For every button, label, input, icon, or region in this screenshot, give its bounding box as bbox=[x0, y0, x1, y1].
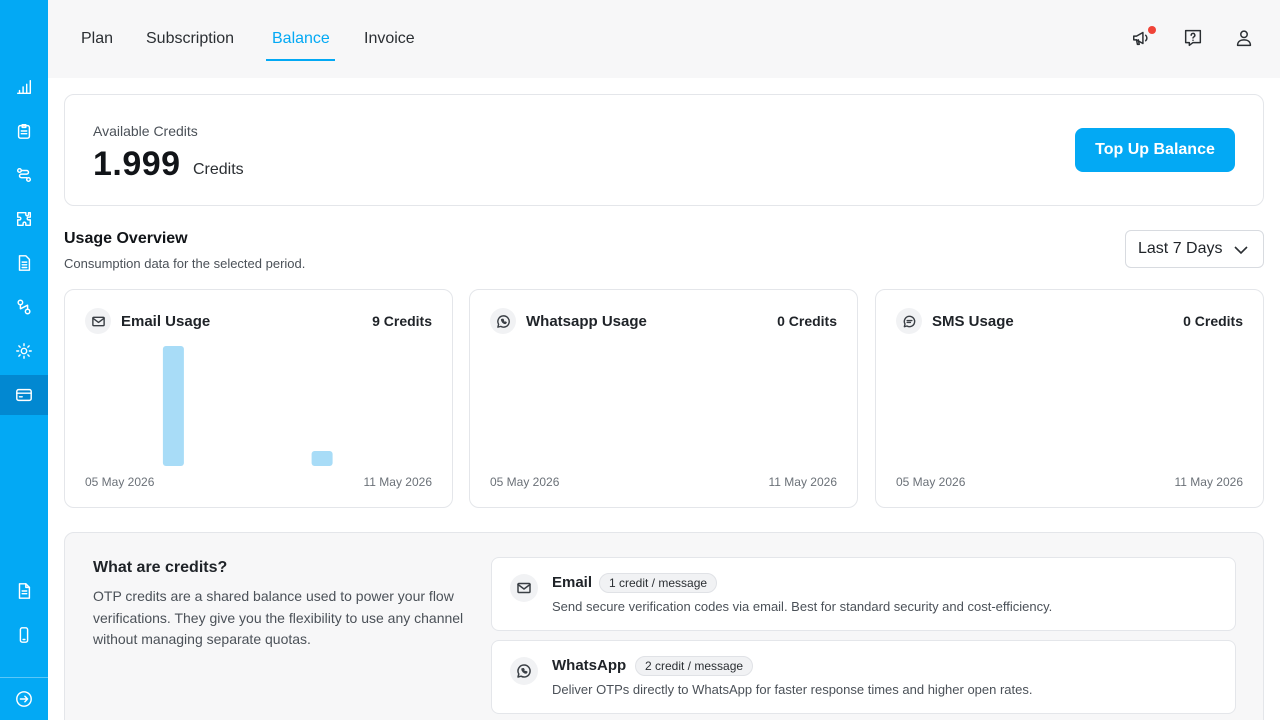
usage-overview-title: Usage Overview bbox=[64, 230, 188, 247]
usage-card-title: Email Usage bbox=[121, 313, 211, 330]
tab-plan[interactable]: Plan bbox=[81, 30, 113, 62]
clipboard-icon bbox=[17, 123, 31, 139]
flow-icon bbox=[16, 167, 32, 183]
whatsapp-usage-chart bbox=[490, 342, 837, 466]
credits-label: Available Credits bbox=[93, 123, 198, 139]
bar-chart-icon bbox=[16, 79, 32, 95]
sms-icon bbox=[896, 308, 922, 334]
email-usage-card: Email Usage 9 Credits 05 May 2026 11 May… bbox=[64, 289, 453, 508]
channel-cost-badge: 2 credit / message bbox=[635, 656, 754, 676]
sidebar bbox=[0, 0, 48, 720]
puzzle-icon bbox=[16, 211, 32, 227]
chart-start-date: 05 May 2026 bbox=[85, 475, 155, 489]
document-icon bbox=[18, 255, 31, 271]
channel-name: WhatsApp bbox=[552, 657, 627, 674]
user-icon bbox=[1236, 30, 1252, 47]
mail-icon bbox=[510, 574, 538, 602]
chart-end-date: 11 May 2026 bbox=[768, 475, 838, 489]
file-text-icon bbox=[18, 583, 31, 599]
sidebar-expand-button[interactable] bbox=[0, 679, 48, 719]
channel-cost-badge: 1 credit / message bbox=[599, 573, 718, 593]
chart-end-date: 11 May 2026 bbox=[363, 475, 433, 489]
email-usage-chart bbox=[162, 346, 333, 466]
top-up-balance-button[interactable]: Top Up Balance bbox=[1075, 128, 1235, 172]
usage-bar bbox=[162, 346, 184, 466]
chart-start-date: 05 May 2026 bbox=[490, 475, 560, 489]
sidebar-item-flows[interactable] bbox=[0, 155, 48, 195]
sidebar-item-analytics[interactable] bbox=[0, 67, 48, 107]
sidebar-item-connections[interactable] bbox=[0, 287, 48, 327]
mail-icon bbox=[85, 308, 111, 334]
period-select-value: Last 7 Days bbox=[1138, 240, 1223, 257]
active-tab-indicator bbox=[266, 59, 335, 61]
credit-card-icon bbox=[16, 388, 32, 402]
sidebar-item-docs[interactable] bbox=[0, 571, 48, 611]
sidebar-item-billing[interactable] bbox=[0, 375, 48, 415]
sidebar-item-integrations[interactable] bbox=[0, 199, 48, 239]
chart-end-date: 11 May 2026 bbox=[1174, 475, 1244, 489]
sms-usage-chart bbox=[896, 342, 1243, 466]
credits-value: 1.999 bbox=[93, 145, 181, 183]
sidebar-divider bbox=[0, 677, 48, 678]
usage-bar bbox=[311, 451, 333, 466]
usage-card-title: SMS Usage bbox=[932, 313, 1014, 330]
usage-card-credits: 0 Credits bbox=[1183, 313, 1243, 329]
usage-overview-subtitle: Consumption data for the selected period… bbox=[64, 256, 306, 271]
usage-card-title: Whatsapp Usage bbox=[526, 313, 647, 330]
info-title: What are credits? bbox=[93, 559, 228, 576]
credits-unit: Credits bbox=[193, 161, 244, 178]
sidebar-item-clipboard[interactable] bbox=[0, 111, 48, 151]
whatsapp-icon bbox=[510, 657, 538, 685]
profile-button[interactable] bbox=[1233, 27, 1257, 51]
usage-card-credits: 9 Credits bbox=[372, 313, 432, 329]
whatsapp-icon bbox=[490, 308, 516, 334]
tab-subscription[interactable]: Subscription bbox=[146, 30, 234, 62]
info-body: OTP credits are a shared balance used to… bbox=[93, 588, 464, 647]
connection-icon bbox=[17, 299, 31, 315]
credits-info-panel: What are credits? OTP credits are a shar… bbox=[64, 532, 1264, 720]
channel-card-email: Email 1 credit / message Send secure ver… bbox=[491, 557, 1236, 631]
sidebar-item-mobile[interactable] bbox=[0, 615, 48, 655]
channel-description: Send secure verification codes via email… bbox=[552, 599, 1053, 614]
usage-card-credits: 0 Credits bbox=[777, 313, 837, 329]
help-chat-icon bbox=[1184, 29, 1202, 47]
available-credits-card: Available Credits 1.999 Credits Top Up B… bbox=[64, 94, 1264, 206]
chart-start-date: 05 May 2026 bbox=[896, 475, 966, 489]
period-select[interactable]: Last 7 Days bbox=[1125, 230, 1264, 268]
top-navigation: Plan Subscription Balance Invoice bbox=[48, 0, 1280, 78]
sms-usage-card: SMS Usage 0 Credits 05 May 2026 11 May 2… bbox=[875, 289, 1264, 508]
tab-invoice[interactable]: Invoice bbox=[364, 30, 415, 62]
sidebar-item-settings[interactable] bbox=[0, 331, 48, 371]
notification-dot bbox=[1148, 26, 1156, 34]
sidebar-item-documents[interactable] bbox=[0, 243, 48, 283]
channel-description: Deliver OTPs directly to WhatsApp for fa… bbox=[552, 682, 1033, 697]
smartphone-icon bbox=[19, 627, 29, 643]
help-button[interactable] bbox=[1182, 27, 1206, 51]
chevron-down-icon bbox=[1233, 242, 1249, 258]
arrow-right-circle-icon bbox=[16, 691, 32, 707]
channel-card-whatsapp: WhatsApp 2 credit / message Deliver OTPs… bbox=[491, 640, 1236, 714]
channel-name: Email bbox=[552, 574, 593, 591]
tab-balance[interactable]: Balance bbox=[272, 30, 330, 62]
gear-icon bbox=[16, 343, 32, 359]
whatsapp-usage-card: Whatsapp Usage 0 Credits 05 May 2026 11 … bbox=[469, 289, 858, 508]
